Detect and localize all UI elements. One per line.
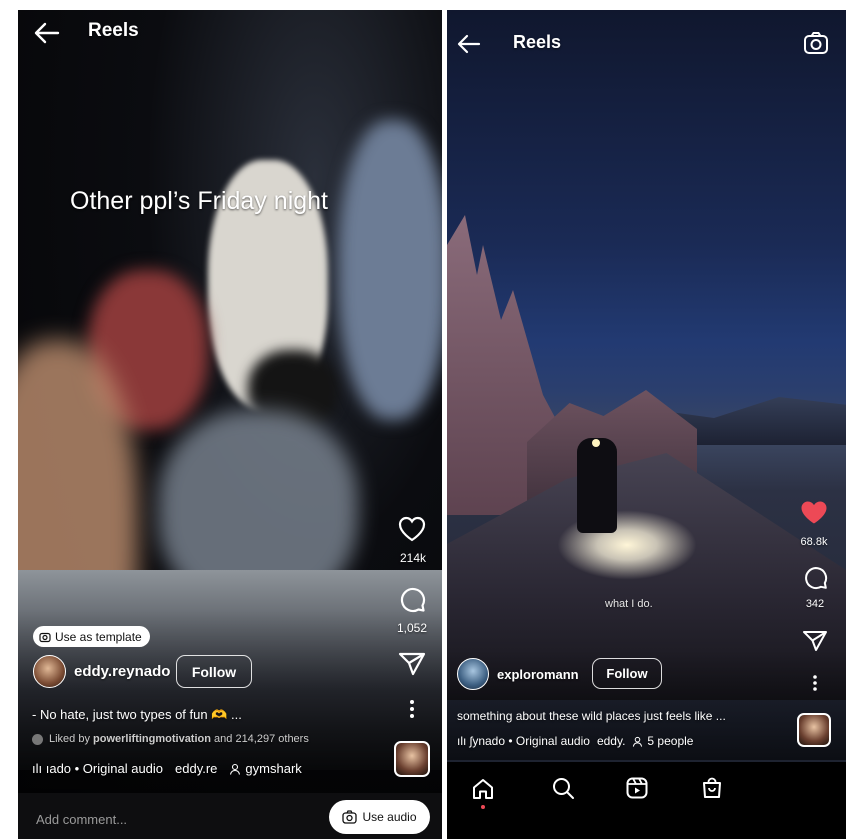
liked-by-avatar <box>32 733 43 745</box>
camera-button[interactable] <box>803 31 829 55</box>
liked-by-row: Liked by powerliftingmotivation and 214,… <box>32 733 309 745</box>
use-audio-label: Use audio <box>362 810 417 824</box>
video-overlay-text: Other ppl’s Friday night <box>70 187 328 215</box>
video-caption-text: what I do. <box>605 598 653 610</box>
comment-button[interactable] <box>398 585 426 613</box>
username[interactable]: eddy.reynado <box>74 663 170 680</box>
share-button[interactable] <box>398 651 426 677</box>
camera-icon <box>342 810 358 824</box>
caption[interactable]: something about these wild places just f… <box>457 709 726 723</box>
use-audio-button[interactable]: Use audio <box>329 800 430 834</box>
audio-row[interactable]: ılı ıado • Original audio eddy.re gymsha… <box>32 761 302 776</box>
audio-thumbnail[interactable] <box>394 741 430 777</box>
more-vertical-icon <box>813 675 817 691</box>
person-icon <box>230 763 241 775</box>
nav-shop[interactable] <box>700 776 724 800</box>
back-button[interactable] <box>457 34 481 54</box>
use-as-template-chip[interactable]: Use as template <box>33 626 150 647</box>
left-reel-screen: Reels Other ppl’s Friday night 214k 1,05… <box>18 10 442 839</box>
page-title: Reels <box>513 32 562 52</box>
follow-button[interactable]: Follow <box>592 658 662 689</box>
camera-icon <box>804 32 828 54</box>
comment-icon <box>805 567 828 590</box>
comment-count: 342 <box>805 598 825 610</box>
headlamp <box>592 439 600 447</box>
tagged-people[interactable]: 5 people <box>632 734 693 748</box>
bottom-nav <box>447 762 846 839</box>
like-count: 68.8k <box>800 536 828 548</box>
audio-label: ılı ıado • Original audio <box>32 761 164 776</box>
comment-icon <box>400 587 426 613</box>
liked-by-suffix: and 214,297 others <box>210 733 309 745</box>
tagged-people-label: 5 people <box>647 734 694 748</box>
more-options-button[interactable] <box>410 700 414 718</box>
arrow-left-icon <box>457 34 481 54</box>
camera-icon <box>39 632 51 642</box>
collab-label: gymshark <box>245 761 302 776</box>
comment-input[interactable]: Add comment... <box>36 812 127 827</box>
more-options-button[interactable] <box>813 675 817 691</box>
shop-icon <box>703 777 721 798</box>
audio-thumbnail[interactable] <box>797 713 831 747</box>
arrow-left-icon <box>34 22 60 44</box>
video-figure <box>338 120 442 420</box>
collab-tag[interactable]: gymshark <box>229 761 302 776</box>
back-button[interactable] <box>34 22 60 44</box>
liked-by-user[interactable]: powerliftingmotivation <box>93 733 211 745</box>
avatar[interactable] <box>457 658 489 690</box>
right-reel-screen: Reels what I do. 68.8k 342 exploromann F… <box>447 10 846 839</box>
comment-count: 1,052 <box>396 621 428 635</box>
caption[interactable]: - No hate, just two types of fun 🫶 ... <box>32 707 242 723</box>
more-vertical-icon <box>410 700 414 718</box>
follow-button[interactable]: Follow <box>176 655 252 688</box>
heart-icon <box>398 516 426 542</box>
nav-reels[interactable] <box>625 776 649 800</box>
hiker-figure <box>577 438 617 533</box>
liked-by-prefix: Liked by <box>49 733 94 745</box>
send-icon <box>398 652 426 676</box>
nav-home[interactable] <box>471 777 495 801</box>
audio-label: ılı ʃynado • Original audio <box>457 734 590 748</box>
audio-row[interactable]: ılı ʃynado • Original audio eddy. 5 peop… <box>457 734 693 748</box>
like-button[interactable] <box>398 516 426 542</box>
audio-tag: eddy.re <box>175 761 218 776</box>
template-chip-label: Use as template <box>55 629 142 644</box>
person-icon <box>633 736 643 747</box>
heart-filled-icon <box>801 501 827 524</box>
avatar[interactable] <box>33 655 66 688</box>
home-icon <box>473 779 493 799</box>
comment-button[interactable] <box>802 564 828 590</box>
search-icon <box>553 778 574 799</box>
share-button[interactable] <box>802 629 828 653</box>
username[interactable]: exploromann <box>497 667 579 682</box>
audio-tag: eddy. <box>596 734 626 748</box>
send-icon <box>803 631 827 651</box>
home-notification-dot <box>481 805 485 809</box>
nav-search[interactable] <box>551 776 575 800</box>
reels-icon <box>626 777 648 799</box>
like-count: 214k <box>399 551 427 565</box>
page-title: Reels <box>88 20 139 41</box>
like-button[interactable] <box>800 500 828 525</box>
